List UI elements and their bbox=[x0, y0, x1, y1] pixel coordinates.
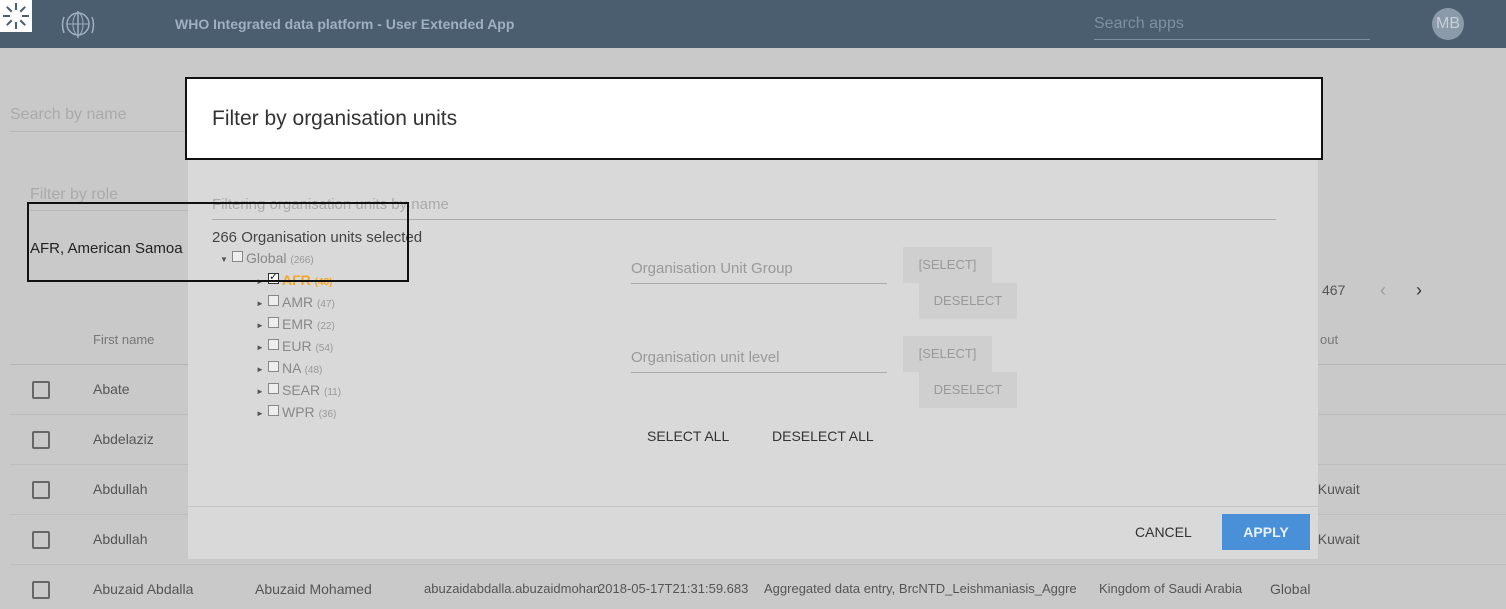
cell-username: abuzaidabdalla.abuzaidmohamed bbox=[424, 581, 599, 596]
row-checkbox[interactable] bbox=[32, 531, 50, 549]
cancel-button[interactable]: CANCEL bbox=[1135, 524, 1192, 540]
tree-checkbox[interactable] bbox=[268, 361, 279, 372]
search-by-name-input[interactable]: Search by name bbox=[10, 106, 127, 124]
tree-node-label[interactable]: NA bbox=[282, 360, 301, 376]
cell-surname: Abuzaid Mohamed bbox=[255, 581, 372, 597]
tree-node-count: (48) bbox=[304, 365, 323, 376]
select-all-button[interactable]: SELECT ALL bbox=[647, 428, 729, 444]
tree-node-label[interactable]: EMR bbox=[282, 316, 313, 332]
tree-node-eur[interactable]: ► EUR (54) bbox=[256, 338, 333, 354]
tree-checkbox[interactable] bbox=[268, 405, 279, 416]
tree-node-count: (54) bbox=[315, 343, 334, 354]
cell-last-login: 2018-05-17T21:31:59.683 bbox=[598, 581, 749, 596]
tree-node-label[interactable]: SEAR bbox=[282, 382, 320, 398]
tree-checkbox[interactable] bbox=[268, 383, 279, 394]
cell-roles: Aggregated data entry, BrcNTD_Leishmania… bbox=[764, 581, 1077, 596]
cell-first-name: Abdullah bbox=[93, 531, 148, 547]
tree-node-label[interactable]: WPR bbox=[282, 404, 315, 420]
collapsed-arrow-icon[interactable]: ► bbox=[256, 409, 268, 418]
top-bar: WHO Integrated data platform - User Exte… bbox=[0, 0, 1506, 48]
tree-checkbox[interactable] bbox=[268, 295, 279, 306]
row-checkbox[interactable] bbox=[32, 431, 50, 449]
cell-first-name: Abate bbox=[93, 381, 130, 397]
dialog-title: Filter by organisation units bbox=[212, 107, 458, 130]
pager-prev-icon[interactable]: ‹ bbox=[1380, 280, 1386, 301]
cell-group: Global bbox=[1270, 581, 1311, 597]
row-checkbox[interactable] bbox=[32, 381, 50, 399]
row-checkbox[interactable] bbox=[32, 581, 50, 599]
table-row[interactable]: Abuzaid Abdalla Abuzaid Mohamed abuzaida… bbox=[10, 565, 1506, 609]
search-apps-input[interactable]: Search apps bbox=[1094, 10, 1370, 40]
tree-node-count: (11) bbox=[324, 387, 342, 398]
tree-node-label[interactable]: AMR bbox=[282, 294, 313, 310]
collapsed-arrow-icon[interactable]: ► bbox=[256, 321, 268, 330]
deselect-group-button[interactable]: DESELECT bbox=[919, 283, 1017, 319]
pager-total: 467 bbox=[1322, 282, 1346, 298]
search-underline bbox=[10, 131, 186, 132]
org-unit-level-select[interactable]: Organisation unit level bbox=[631, 349, 887, 373]
collapsed-arrow-icon[interactable]: ► bbox=[256, 365, 268, 374]
collapsed-arrow-icon[interactable]: ► bbox=[256, 343, 268, 352]
cell-first-name: Abdullah bbox=[93, 481, 148, 497]
select-group-button[interactable]: [SELECT] bbox=[903, 247, 992, 283]
cell-first-name: Abdelaziz bbox=[93, 431, 154, 447]
pager-next-icon[interactable]: › bbox=[1416, 280, 1422, 301]
loading-spinner-icon bbox=[0, 0, 32, 32]
tree-node-count: (47) bbox=[317, 299, 335, 310]
tree-node-sear[interactable]: ► SEAR (11) bbox=[256, 382, 341, 398]
tree-checkbox[interactable] bbox=[268, 317, 279, 328]
apply-button[interactable]: APPLY bbox=[1222, 514, 1310, 550]
column-header-first-name[interactable]: First name bbox=[93, 332, 154, 347]
row-checkbox[interactable] bbox=[32, 481, 50, 499]
org-unit-group-select[interactable]: Organisation Unit Group bbox=[631, 260, 887, 284]
tree-node-wpr[interactable]: ► WPR (36) bbox=[256, 404, 336, 420]
tree-node-amr[interactable]: ► AMR (47) bbox=[256, 294, 335, 310]
tree-node-na[interactable]: ► NA (48) bbox=[256, 360, 322, 376]
cell-first-name: Abuzaid Abdalla bbox=[93, 581, 194, 597]
collapsed-arrow-icon[interactable]: ► bbox=[256, 387, 268, 396]
dialog-title-bar: Filter by organisation units bbox=[185, 77, 1323, 160]
deselect-all-button[interactable]: DESELECT ALL bbox=[772, 428, 874, 444]
avatar[interactable]: MB bbox=[1432, 8, 1464, 40]
tree-node-count: (22) bbox=[317, 321, 335, 332]
tree-node-count: (36) bbox=[318, 409, 337, 420]
select-level-button[interactable]: [SELECT] bbox=[903, 336, 992, 372]
tree-node-emr[interactable]: ► EMR (22) bbox=[256, 316, 335, 332]
collapsed-arrow-icon[interactable]: ► bbox=[256, 299, 268, 308]
app-title: WHO Integrated data platform - User Exte… bbox=[175, 16, 515, 32]
org-units-filter-highlight bbox=[27, 202, 409, 282]
column-header-last[interactable]: out bbox=[1320, 332, 1338, 347]
tree-checkbox[interactable] bbox=[268, 339, 279, 350]
tree-node-label[interactable]: EUR bbox=[282, 338, 312, 354]
cell-org-unit: Kingdom of Saudi Arabia bbox=[1099, 581, 1243, 596]
deselect-level-button[interactable]: DESELECT bbox=[919, 372, 1017, 408]
who-logo-icon[interactable] bbox=[60, 7, 96, 41]
dialog-footer-divider bbox=[188, 506, 1318, 507]
